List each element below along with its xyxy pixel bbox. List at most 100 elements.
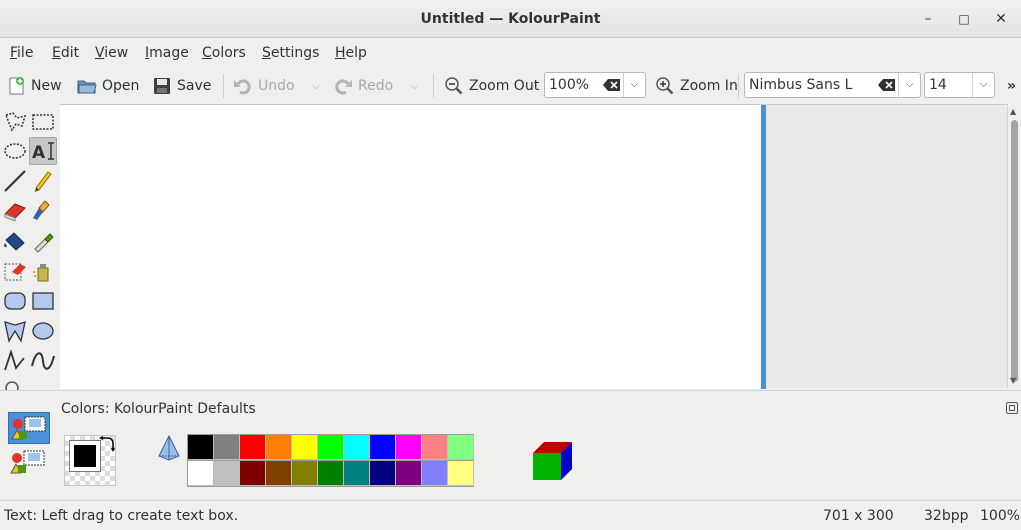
curve-icon [31, 352, 55, 370]
transparent-selection-button[interactable] [8, 447, 50, 479]
pen-tool[interactable] [30, 168, 56, 194]
palette-swatch[interactable] [448, 435, 474, 460]
palette-swatch[interactable] [188, 461, 214, 486]
flood-fill-tool[interactable] [2, 228, 28, 254]
color-picker-tool[interactable] [30, 228, 56, 254]
dual-color-button[interactable] [64, 435, 116, 486]
eraser-tool[interactable] [2, 198, 28, 224]
color-similarity-cube[interactable] [530, 440, 574, 482]
rectangular-selection-tool[interactable] [30, 109, 56, 135]
zoom-out-button[interactable]: Zoom Out [444, 73, 539, 99]
float-panel-button[interactable] [1006, 402, 1018, 414]
vertical-scrollbar[interactable]: ▲ ▼ [1007, 104, 1021, 388]
line-tool[interactable] [2, 168, 28, 194]
menu-help[interactable]: Help [335, 45, 367, 61]
palette-swatch[interactable] [370, 461, 396, 486]
transparent-color-cell[interactable] [155, 434, 183, 462]
rectangle-tool[interactable] [30, 288, 56, 314]
palette-swatch[interactable] [422, 435, 448, 460]
font-size-dropdown-arrow[interactable]: ⌵ [972, 73, 994, 97]
canvas-viewport[interactable] [60, 104, 1007, 389]
color-box: Colors: KolourPaint Defaults [0, 390, 1021, 500]
opaque-selection-button[interactable] [8, 412, 50, 444]
spraycan-tool[interactable] [30, 258, 56, 284]
font-family-combo[interactable]: Nimbus Sans L ⌵ [744, 72, 921, 98]
zoom-in-button[interactable]: Zoom In [655, 73, 738, 99]
zoom-value: 100% [549, 77, 590, 93]
palette-swatch[interactable] [396, 435, 422, 460]
text-tool[interactable]: A [29, 137, 57, 165]
zoom-in-label: Zoom In [680, 78, 738, 94]
palette-swatch[interactable] [396, 461, 422, 486]
undo-dropdown-button[interactable]: ⌵ [312, 73, 320, 99]
zoom-in-icon [656, 77, 674, 95]
transparent-selection-icon [10, 450, 45, 474]
free-form-selection-tool[interactable] [2, 109, 28, 135]
maximize-button[interactable]: □ [954, 9, 974, 29]
palette-swatch[interactable] [188, 435, 214, 460]
close-button[interactable]: ✕ [991, 9, 1011, 29]
swap-colors-icon[interactable] [98, 436, 116, 454]
menu-edit[interactable]: Edit [52, 45, 79, 61]
scroll-down-arrow[interactable]: ▼ [1010, 376, 1016, 385]
scrollbar-thumb[interactable] [1011, 120, 1018, 382]
palette-swatch[interactable] [422, 461, 448, 486]
connected-lines-tool[interactable] [2, 348, 28, 374]
chevron-down-icon: ⌵ [905, 79, 914, 90]
brush-tool[interactable] [30, 198, 56, 224]
menu-file[interactable]: File [10, 45, 33, 61]
minimize-button[interactable]: – [918, 9, 938, 29]
palette-swatch[interactable] [318, 461, 344, 486]
font-size-combo[interactable]: 14 ⌵ [924, 72, 995, 98]
color-eraser-tool[interactable] [2, 258, 28, 284]
rounded-rectangle-tool[interactable] [2, 288, 28, 314]
clear-text-icon[interactable] [603, 78, 621, 92]
palette-swatch[interactable] [318, 435, 344, 460]
palette-swatch[interactable] [240, 461, 266, 486]
new-button[interactable]: New [6, 73, 62, 99]
palette-swatch[interactable] [266, 461, 292, 486]
font-family-dropdown-arrow[interactable]: ⌵ [898, 73, 920, 97]
ellipse-tool[interactable] [30, 318, 56, 344]
zoom-dropdown-arrow[interactable]: ⌵ [623, 73, 645, 97]
save-button[interactable]: Save [152, 73, 211, 99]
palette-swatch[interactable] [292, 435, 318, 460]
clear-text-icon[interactable] [878, 78, 896, 92]
drawing-canvas[interactable] [60, 105, 761, 389]
menu-view[interactable]: View [95, 45, 128, 61]
menu-settings[interactable]: Settings [262, 45, 319, 61]
redo-dropdown-button[interactable]: ⌵ [411, 73, 419, 99]
undo-button[interactable]: Undo [233, 73, 295, 99]
palette-swatch[interactable] [448, 461, 474, 486]
open-button[interactable]: Open [77, 73, 139, 99]
background-color-swatch[interactable] [79, 459, 109, 479]
palette-swatch[interactable] [214, 461, 240, 486]
elliptical-selection-tool[interactable] [2, 138, 28, 164]
palette-swatch[interactable] [344, 435, 370, 460]
status-bar: Text: Left drag to create text box. 701 … [0, 500, 1021, 530]
toolbar-overflow-button[interactable]: » [1007, 73, 1016, 99]
status-message: Text: Left drag to create text box. [4, 508, 239, 524]
palette-swatch[interactable] [370, 435, 396, 460]
menu-image[interactable]: Image [145, 45, 189, 61]
color-palette [187, 434, 474, 487]
polygon-tool[interactable] [2, 318, 28, 344]
palette-swatch[interactable] [214, 435, 240, 460]
zoom-out-icon [445, 77, 463, 95]
redo-button[interactable]: Redo [333, 73, 393, 99]
palette-swatch[interactable] [240, 435, 266, 460]
eyedropper-icon [34, 233, 54, 253]
palette-swatch[interactable] [344, 461, 370, 486]
rect-select-icon [32, 114, 54, 130]
palette-swatch[interactable] [266, 435, 292, 460]
canvas-resize-handle[interactable] [761, 105, 766, 389]
ellipse-select-icon [4, 143, 26, 159]
curve-tool[interactable] [30, 348, 56, 374]
scroll-up-arrow[interactable]: ▲ [1010, 107, 1016, 116]
menu-colors[interactable]: Colors [202, 45, 246, 61]
spraycan-icon [33, 264, 49, 282]
zoom-combo[interactable]: 100% ⌵ [544, 72, 646, 98]
chevron-down-icon: ⌵ [630, 79, 639, 90]
palette-swatch[interactable] [292, 461, 318, 486]
chevron-down-icon: ⌵ [312, 80, 320, 92]
